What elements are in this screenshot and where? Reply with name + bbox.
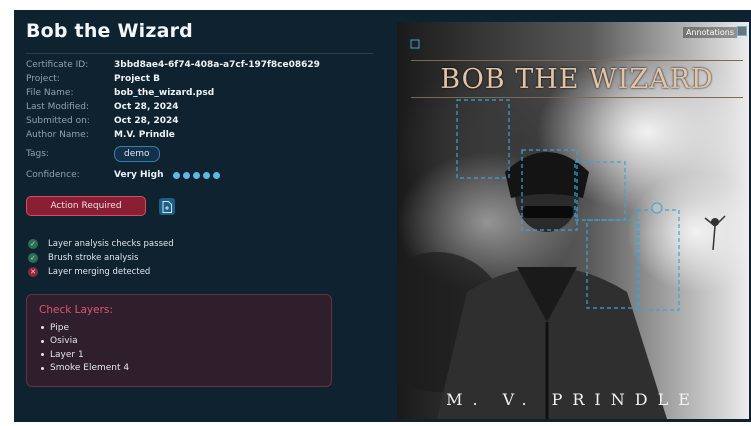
certificate-id-label: Certificate ID:	[26, 60, 89, 70]
tags-row: Tags: demo	[26, 142, 386, 166]
details-panel: Bob the Wizard Certificate ID: 3bbd8ae4-…	[14, 10, 394, 422]
file-name-label: File Name:	[26, 88, 74, 98]
check-item: ✕ Layer merging detected	[28, 265, 328, 279]
file-name-row: File Name: bob_the_wizard.psd	[26, 86, 386, 100]
last-modified-value: Oct 28, 2024	[114, 102, 179, 112]
action-required-button[interactable]: Action Required	[26, 196, 146, 216]
layer-item-label: Smoke Element 4	[50, 363, 130, 374]
layer-item-label: Layer 1	[50, 349, 84, 360]
confidence-dot	[183, 171, 191, 179]
layer-item-label: Osivia	[50, 336, 78, 347]
layer-item[interactable]: Pipe	[39, 321, 319, 335]
submitted-on-row: Submitted on: Oct 28, 2024	[26, 114, 386, 128]
bullet-icon	[41, 339, 44, 343]
check-item: ✓ Layer analysis checks passed	[28, 237, 328, 251]
author-name-label: Author Name:	[26, 130, 89, 140]
certificate-id-value: 3bbd8ae4-6f74-408a-a7cf-197f8ce08629	[114, 60, 320, 70]
check-layers-box: Check Layers: Pipe Osivia Layer 1 Smoke …	[26, 294, 332, 387]
file-plus-icon-glyph	[162, 200, 172, 213]
confidence-dot	[203, 171, 211, 179]
title-divider	[26, 53, 373, 54]
page-title: Bob the Wizard	[26, 20, 193, 42]
confidence-label: Confidence:	[26, 170, 80, 180]
certificate-card: Bob the Wizard Certificate ID: 3bbd8ae4-…	[14, 10, 751, 422]
layer-item[interactable]: Smoke Element 4	[39, 362, 319, 376]
x-circle-icon: ✕	[28, 267, 38, 277]
annotations-toggle[interactable]	[737, 26, 747, 36]
confidence-dot	[213, 171, 221, 179]
bullet-icon	[41, 326, 44, 330]
layer-item[interactable]: Layer 1	[39, 348, 319, 362]
check-item: ✓ Brush stroke analysis	[28, 251, 328, 265]
cover-image: BOB THE WIZARD M. V. PRINDLE Annotations	[397, 22, 749, 419]
file-plus-icon[interactable]	[159, 198, 175, 215]
layers-list: Pipe Osivia Layer 1 Smoke Element 4	[39, 321, 319, 375]
tag-pill[interactable]: demo	[114, 146, 160, 162]
author-name-value: M.V. Prindle	[114, 130, 175, 140]
confidence-dots	[173, 171, 221, 179]
check-layers-title: Check Layers:	[39, 304, 113, 316]
last-modified-row: Last Modified: Oct 28, 2024	[26, 100, 386, 114]
certificate-id-row: Certificate ID: 3bbd8ae4-6f74-408a-a7cf-…	[26, 58, 386, 72]
project-label: Project:	[26, 74, 60, 84]
cover-title: BOB THE WIZARD	[411, 60, 743, 98]
submitted-on-label: Submitted on:	[26, 116, 90, 126]
bullet-icon	[41, 353, 44, 357]
tags-label: Tags:	[26, 149, 49, 159]
check-label: Layer merging detected	[48, 267, 151, 277]
author-name-row: Author Name: M.V. Prindle	[26, 128, 386, 142]
confidence-dot	[173, 171, 181, 179]
metadata-list: Certificate ID: 3bbd8ae4-6f74-408a-a7cf-…	[26, 58, 386, 184]
layer-item-label: Pipe	[50, 322, 69, 333]
bullet-icon	[41, 366, 44, 370]
check-label: Layer analysis checks passed	[48, 239, 174, 249]
last-modified-label: Last Modified:	[26, 102, 90, 112]
confidence-value: Very High	[114, 170, 164, 180]
cover-author: M. V. PRINDLE	[446, 390, 700, 409]
checks-list: ✓ Layer analysis checks passed ✓ Brush s…	[28, 237, 328, 279]
confidence-row: Confidence: Very High	[26, 166, 386, 184]
check-circle-icon: ✓	[28, 239, 38, 249]
confidence-dot	[193, 171, 201, 179]
file-name-value: bob_the_wizard.psd	[114, 88, 215, 98]
check-label: Brush stroke analysis	[48, 253, 139, 263]
project-row: Project: Project B	[26, 72, 386, 86]
submitted-on-value: Oct 28, 2024	[114, 116, 179, 126]
layer-item[interactable]: Osivia	[39, 335, 319, 349]
project-value: Project B	[114, 74, 161, 84]
check-circle-icon: ✓	[28, 253, 38, 263]
annotations-label: Annotations	[682, 27, 737, 38]
